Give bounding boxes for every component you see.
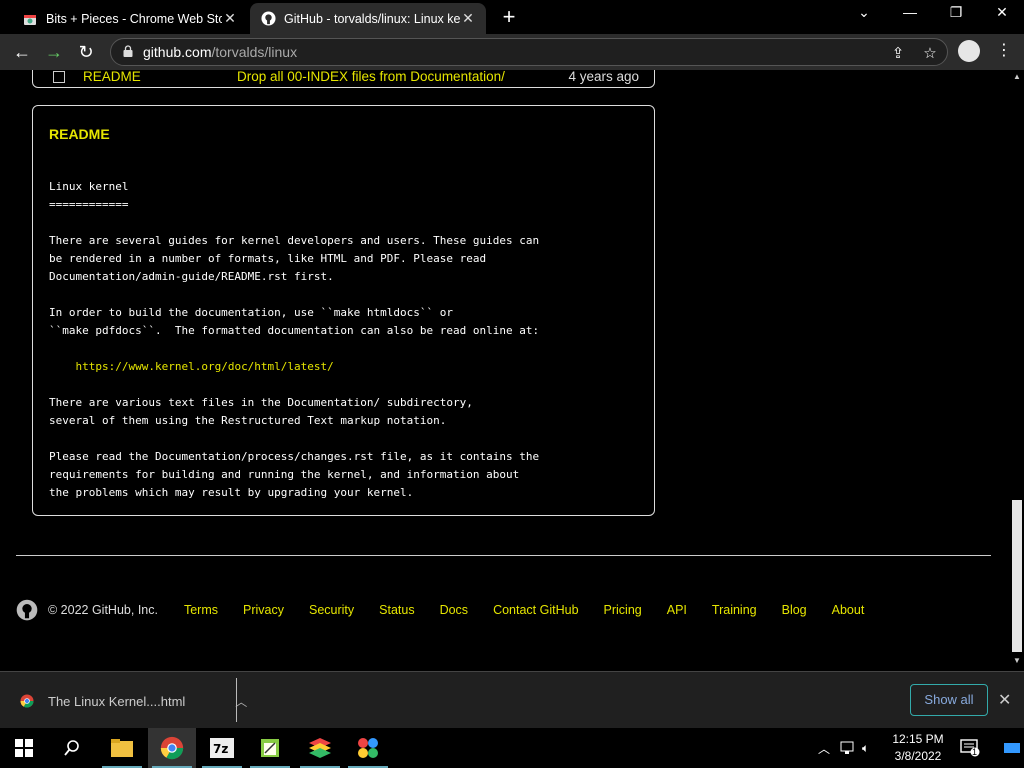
footer-link-pricing[interactable]: Pricing (604, 603, 642, 617)
file-icon (53, 71, 65, 83)
scroll-up-arrow-icon[interactable]: ▲ (1013, 72, 1021, 81)
footer-link-api[interactable]: API (667, 603, 687, 617)
new-tab-button[interactable]: + (498, 6, 520, 28)
readme-paragraph-4: Please read the Documentation/process/ch… (49, 450, 540, 499)
file-name-link[interactable]: README (83, 70, 141, 84)
tab-title: GitHub - torvalds/linux: Linux kernel (284, 11, 460, 26)
notification-count: 1 (972, 747, 978, 757)
menu-kebab-icon[interactable]: ⋮ (996, 40, 1012, 62)
browser-toolbar: ← → ↻ github.com/torvalds/linux ⇪ ☆ ⋮ (0, 34, 1024, 70)
chevron-up-icon[interactable]: ︿ (235, 693, 247, 710)
share-icon[interactable]: ⇪ (889, 44, 907, 62)
footer-link-security[interactable]: Security (309, 603, 354, 617)
download-bar: The Linux Kernel....html ︿ Show all ✕ (0, 671, 1024, 728)
readme-paragraph-1: There are several guides for kernel deve… (49, 234, 540, 283)
close-window-button[interactable]: ✕ (980, 4, 1024, 21)
url-text: github.com/torvalds/linux (143, 44, 298, 60)
folder-icon (111, 739, 133, 757)
taskbar-chrome[interactable] (148, 728, 196, 768)
chrome-web-store-icon (22, 11, 38, 27)
download-filename: The Linux Kernel....html (48, 693, 186, 709)
readme-box: README Linux kernel ============ There a… (32, 105, 655, 516)
windows-logo-icon (15, 739, 33, 757)
readme-title-underline: ============ (49, 198, 129, 211)
search-button[interactable] (48, 728, 96, 768)
tab-close-icon[interactable]: ✕ (460, 10, 476, 27)
notifications-icon[interactable]: 1 (960, 728, 980, 768)
clock-time: 12:15 PM (892, 732, 944, 746)
lock-icon (123, 45, 133, 57)
show-all-button[interactable]: Show all (910, 684, 988, 716)
page-scrollbar[interactable]: ▲ ▼ (1010, 70, 1024, 670)
taskbar-bluestacks[interactable] (296, 728, 344, 768)
windows-taskbar: 7z ︿ 🔈︎ 12:15 PM 3/8/2022 1 (0, 728, 1024, 768)
commit-message-link[interactable]: Drop all 00-INDEX files from Documentati… (237, 70, 505, 84)
commit-age: 4 years ago (568, 70, 639, 84)
download-separator (236, 678, 237, 722)
readme-title: Linux kernel (49, 180, 129, 193)
show-desktop-button[interactable] (1004, 728, 1020, 768)
footer-link-training[interactable]: Training (712, 603, 757, 617)
footer-link-contact[interactable]: Contact GitHub (493, 603, 578, 617)
readme-heading-link[interactable]: README (49, 126, 110, 142)
bookmark-star-icon[interactable]: ☆ (921, 44, 939, 62)
chrome-icon (160, 736, 184, 760)
footer-link-privacy[interactable]: Privacy (243, 603, 284, 617)
back-arrow-icon[interactable]: ← (10, 40, 34, 64)
footer-divider (16, 555, 991, 556)
download-item[interactable]: The Linux Kernel....html ︿ (20, 690, 247, 712)
minimize-button[interactable]: — (888, 4, 932, 20)
readme-content: Linux kernel ============ There are seve… (49, 178, 539, 502)
github-logo-icon[interactable] (16, 599, 38, 621)
page-footer: © 2022 GitHub, Inc. Terms Privacy Securi… (16, 598, 889, 622)
notepad-icon (261, 739, 279, 757)
screen: Bits + Pieces - Chrome Web Store ✕ GitHu… (0, 0, 1024, 768)
page-content: README Drop all 00-INDEX files from Docu… (0, 70, 1010, 670)
tray-overflow-chevron-icon[interactable]: ︿ (818, 728, 830, 768)
footer-copyright: © 2022 GitHub, Inc. (48, 603, 158, 617)
reload-icon[interactable]: ↻ (74, 40, 98, 64)
readme-paragraph-3: There are various text files in the Docu… (49, 396, 473, 427)
clock-date: 3/8/2022 (894, 749, 942, 763)
file-list-box: README Drop all 00-INDEX files from Docu… (32, 70, 655, 88)
address-bar[interactable]: github.com/torvalds/linux ⇪ ☆ (110, 38, 948, 66)
readme-paragraph-2: In order to build the documentation, use… (49, 306, 540, 337)
app-icon (358, 738, 378, 758)
close-download-bar-icon[interactable]: ✕ (998, 690, 1011, 710)
github-icon (260, 11, 276, 27)
taskbar-notepad-app[interactable] (246, 728, 294, 768)
svg-text:7z: 7z (213, 742, 228, 756)
file-row-readme[interactable]: README Drop all 00-INDEX files from Docu… (49, 70, 639, 87)
chrome-file-icon (20, 694, 34, 708)
kernel-docs-link[interactable]: https://www.kernel.org/doc/html/latest/ (76, 360, 334, 373)
taskbar-file-explorer[interactable] (98, 728, 146, 768)
taskbar-app[interactable] (344, 728, 392, 768)
footer-link-terms[interactable]: Terms (184, 603, 218, 617)
bluestacks-icon (309, 738, 331, 758)
footer-link-status[interactable]: Status (379, 603, 414, 617)
footer-link-about[interactable]: About (832, 603, 865, 617)
restore-button[interactable]: ❐ (934, 4, 978, 21)
search-icon (64, 740, 79, 756)
taskbar-clock[interactable]: 12:15 PM 3/8/2022 (888, 731, 948, 765)
network-icon[interactable] (840, 728, 856, 768)
start-button[interactable] (0, 728, 48, 768)
forward-arrow-icon[interactable]: → (42, 40, 66, 64)
profile-avatar-icon[interactable] (958, 40, 980, 62)
tab-search-chevron-icon[interactable]: ⌄ (842, 4, 886, 21)
scrollbar-thumb[interactable] (1012, 500, 1022, 652)
tab-close-icon[interactable]: ✕ (222, 10, 238, 27)
scroll-down-arrow-icon[interactable]: ▼ (1013, 656, 1021, 665)
footer-link-docs[interactable]: Docs (440, 603, 468, 617)
tab-chrome-web-store[interactable]: Bits + Pieces - Chrome Web Store ✕ (12, 3, 248, 34)
tab-github-linux[interactable]: GitHub - torvalds/linux: Linux kernel ✕ (250, 3, 486, 34)
volume-icon[interactable]: 🔈︎ (862, 728, 869, 768)
taskbar-7zip[interactable]: 7z (198, 728, 246, 768)
7zip-icon: 7z (210, 738, 234, 758)
footer-link-blog[interactable]: Blog (782, 603, 807, 617)
tab-title: Bits + Pieces - Chrome Web Store (46, 11, 222, 26)
tab-strip: Bits + Pieces - Chrome Web Store ✕ GitHu… (0, 0, 1024, 34)
